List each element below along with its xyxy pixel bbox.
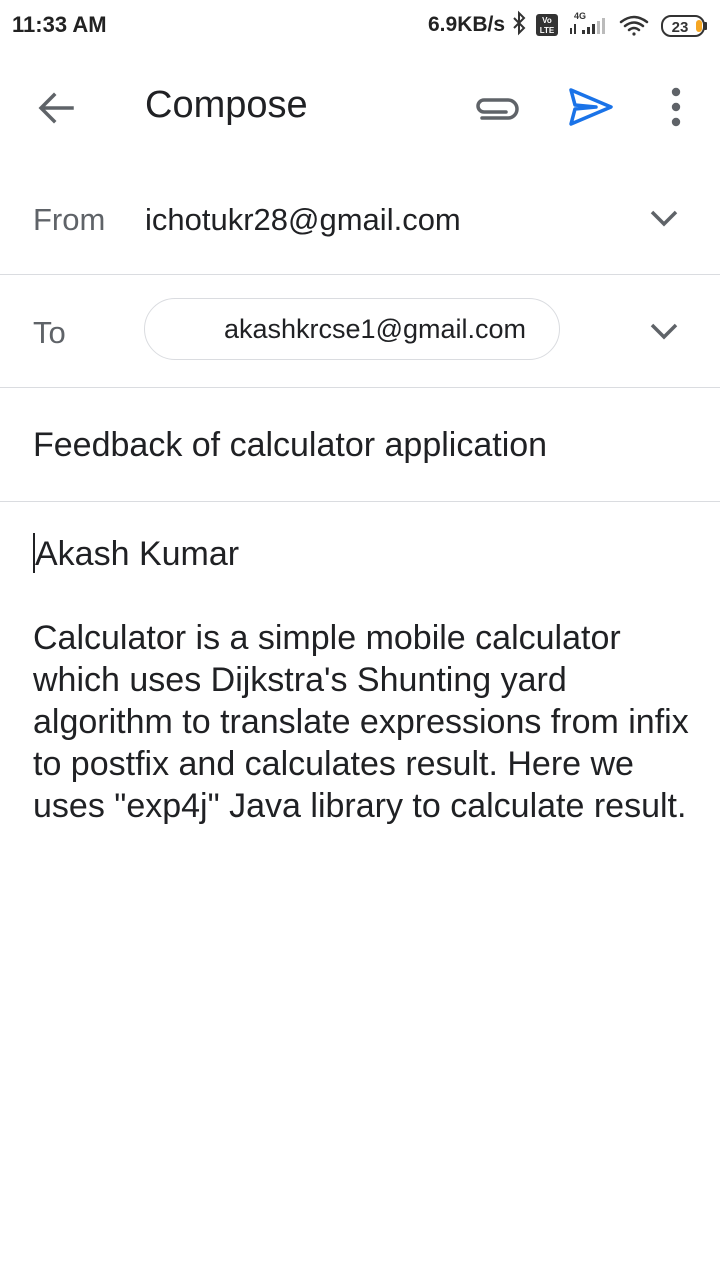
- send-icon[interactable]: [566, 84, 616, 130]
- body-greeting: Akash Kumar: [35, 535, 240, 573]
- to-label: To: [33, 315, 66, 350]
- recipient-email: akashkrcse1@gmail.com: [224, 314, 527, 344]
- status-net-speed: 6.9KB/s: [428, 13, 506, 36]
- divider: [0, 501, 720, 502]
- more-vert-icon[interactable]: [664, 84, 688, 130]
- bluetooth-icon: [513, 10, 526, 36]
- divider: [0, 274, 720, 275]
- to-chevron-down-icon[interactable]: [648, 319, 680, 343]
- from-chevron-down-icon[interactable]: [648, 206, 680, 230]
- body-text: Calculator is a simple mobile calculator…: [33, 619, 699, 825]
- battery-level: 23: [672, 19, 689, 36]
- network-type-label: 4G: [574, 11, 586, 21]
- from-field[interactable]: ichotukr28@gmail.com: [145, 202, 461, 238]
- back-arrow-icon[interactable]: [34, 86, 78, 130]
- page-title: Compose: [145, 84, 308, 126]
- subject-field[interactable]: Feedback of calculator application: [33, 426, 547, 465]
- divider: [0, 387, 720, 388]
- volte-icon: Vo LTE: [536, 14, 558, 36]
- compose-body[interactable]: Akash Kumar Calculator is a simple mobil…: [33, 533, 693, 827]
- svg-text:LTE: LTE: [540, 26, 555, 35]
- from-label: From: [33, 202, 106, 237]
- attach-icon[interactable]: [468, 88, 524, 128]
- wifi-icon: [619, 15, 649, 36]
- signal-icon: 4G: [570, 11, 605, 34]
- status-time: 11:33 AM: [12, 12, 107, 37]
- status-icons: Vo LTE 4G 23: [513, 10, 707, 37]
- battery-icon: 23: [661, 15, 707, 37]
- svg-text:Vo: Vo: [542, 16, 552, 25]
